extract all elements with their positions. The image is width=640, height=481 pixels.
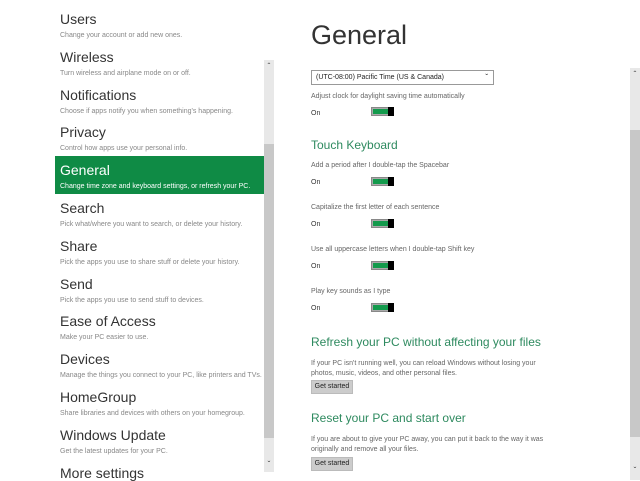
sidebar-item-desc: Manage the things you connect to your PC…	[60, 372, 262, 380]
sidebar-item-desc: Make your PC easier to use.	[60, 334, 149, 342]
sidebar-item-desc: Turn wireless and airplane mode on or of…	[60, 69, 191, 77]
sidebar-item-devices[interactable]: Devices Manage the things you connect to …	[55, 345, 264, 383]
sidebar-item-desc: Change your account or add new ones.	[60, 32, 183, 39]
sidebar-item-search[interactable]: Search Pick what/where you want to search…	[55, 194, 264, 232]
scroll-up-icon[interactable]: ˆ	[630, 70, 640, 79]
sidebar-item-wireless[interactable]: Wireless Turn wireless and airplane mode …	[55, 43, 264, 81]
sidebar-item-title: Send	[60, 275, 93, 292]
page-title: General	[311, 20, 408, 50]
sidebar-item-share[interactable]: Share Pick the apps you use to share stuf…	[55, 232, 264, 270]
right-scroll-thumb[interactable]	[630, 130, 640, 437]
sidebar-item-title: Search	[60, 200, 105, 216]
toggle-label: Add a period after I double-tap the Spac…	[311, 162, 450, 169]
right-scrollbar[interactable]: ˆ ˇ	[630, 68, 640, 480]
toggle-label: Use all uppercase letters when I double-…	[311, 246, 475, 253]
sidebar-item-title: Users	[60, 11, 97, 27]
sidebar-item-title: Share	[60, 237, 98, 254]
toggle-switch[interactable]	[371, 261, 394, 270]
sidebar-item-title: More settings	[60, 464, 145, 481]
refresh-text: If your PC isn't running well, you can r…	[311, 360, 536, 377]
sidebar-item-title: Notifications	[60, 86, 137, 103]
sidebar-item-desc: Get the latest updates for your PC.	[60, 447, 168, 455]
sidebar-item-desc: Pick the apps you use to share stuff or …	[60, 258, 240, 266]
sidebar-item-send[interactable]: Send Pick the apps you use to send stuff …	[55, 270, 264, 308]
sidebar-item-desc: Choose if apps notify you when something…	[60, 107, 233, 115]
sidebar-item-windows-update[interactable]: Windows Update Get the latest updates for…	[55, 421, 264, 459]
sidebar-item-ease-of-access[interactable]: Ease of Access Make your PC easier to use…	[55, 307, 264, 345]
sidebar-item-users[interactable]: Users Change your account or add new ones…	[55, 5, 264, 43]
toggle-state: On	[311, 179, 321, 186]
sidebar-item-homegroup[interactable]: HomeGroup Share libraries and devices wit…	[55, 383, 264, 421]
toggle-state: On	[311, 305, 321, 312]
sidebar-item-general[interactable]: General Change time zone and keyboard set…	[55, 156, 264, 195]
toggle-label: Capitalize the first letter of each sent…	[311, 204, 440, 211]
touch-keyboard-heading: Touch Keyboard	[311, 138, 398, 152]
sidebar-item-more-settings[interactable]: More settings	[55, 459, 264, 481]
toggle-switch[interactable]	[371, 177, 394, 186]
sidebar-item-desc: Pick what/where you want to search, or d…	[60, 221, 243, 228]
dst-label: Adjust clock for daylight saving time au…	[311, 93, 465, 100]
toggle-switch[interactable]	[371, 219, 394, 228]
sidebar-item-desc: Control how apps use your personal info.	[60, 145, 188, 153]
sidebar-item-desc: Share libraries and devices with others …	[60, 410, 245, 417]
timezone-value: (UTC-08:00) Pacific Time (US & Canada)	[316, 74, 444, 81]
scroll-down-icon[interactable]: ˇ	[264, 460, 274, 469]
toggle-switch[interactable]	[371, 303, 394, 312]
reset-text: If you are about to give your PC away, y…	[311, 436, 544, 453]
timezone-select[interactable]: (UTC-08:00) Pacific Time (US & Canada) ˇ	[311, 70, 494, 85]
sidebar-item-privacy[interactable]: Privacy Control how apps use your persona…	[55, 118, 264, 156]
sidebar-item-title: Windows Update	[60, 426, 166, 443]
refresh-get-started-button[interactable]: Get started	[311, 380, 353, 394]
sidebar-item-title: General	[60, 162, 110, 179]
chevron-down-icon: ˇ	[485, 73, 488, 82]
scroll-up-icon[interactable]: ˆ	[264, 62, 274, 71]
refresh-heading: Refresh your PC without affecting your f…	[311, 335, 541, 349]
sidebar-item-desc: Pick the apps you use to send stuff to d…	[60, 296, 204, 304]
reset-get-started-button[interactable]: Get started	[311, 457, 353, 471]
reset-heading: Reset your PC and start over	[311, 411, 466, 425]
sidebar-item-title: Wireless	[60, 48, 114, 65]
sidebar-item-title: Devices	[60, 351, 110, 368]
left-scrollbar[interactable]: ˆ ˇ	[264, 60, 274, 472]
toggle-state: On	[311, 263, 321, 270]
sidebar-item-title: Privacy	[60, 124, 106, 141]
left-scroll-thumb[interactable]	[264, 144, 274, 438]
sidebar-item-title: HomeGroup	[60, 389, 137, 405]
toggle-state: On	[311, 221, 321, 228]
scroll-down-icon[interactable]: ˇ	[630, 466, 640, 475]
sidebar-item-title: Ease of Access	[60, 313, 156, 330]
sidebar-item-desc: Change time zone and keyboard settings, …	[60, 183, 251, 191]
dst-state: On	[311, 110, 321, 117]
toggle-label: Play key sounds as I type	[311, 288, 391, 295]
sidebar-item-notifications[interactable]: Notifications Choose if apps notify you w…	[55, 81, 264, 119]
dst-toggle[interactable]	[371, 107, 394, 116]
